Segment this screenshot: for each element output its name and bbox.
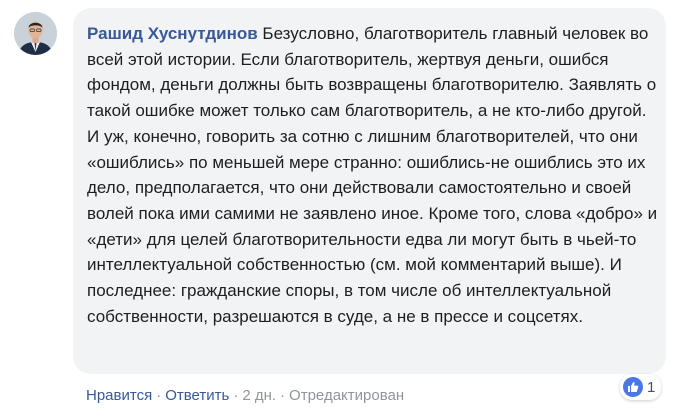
- comment-text: Безусловно, благотворитель главный челов…: [87, 24, 658, 326]
- comment-body: Рашид Хуснутдинов Безусловно, благотвори…: [87, 21, 658, 329]
- reaction-count: 1: [647, 378, 656, 396]
- separator: ·: [233, 387, 239, 404]
- separator: ·: [280, 387, 286, 404]
- reply-button[interactable]: Ответить: [165, 387, 229, 404]
- edited-label[interactable]: Отредактирован: [289, 387, 404, 404]
- timestamp[interactable]: 2 дн.: [242, 387, 276, 404]
- reactions-summary[interactable]: 1: [620, 374, 662, 400]
- comment-bubble: Рашид Хуснутдинов Безусловно, благотвори…: [73, 8, 666, 374]
- comment-actions: Нравится · Ответить · 2 дн. · Отредактирован: [86, 386, 404, 406]
- comment-thread: Рашид Хуснутдинов Безусловно, благотвори…: [0, 0, 680, 419]
- author-name[interactable]: Рашид Хуснутдинов: [87, 24, 258, 43]
- separator: ·: [156, 387, 162, 404]
- like-button[interactable]: Нравится: [86, 387, 152, 404]
- avatar[interactable]: [14, 12, 57, 55]
- thumbs-up-icon: [623, 377, 643, 397]
